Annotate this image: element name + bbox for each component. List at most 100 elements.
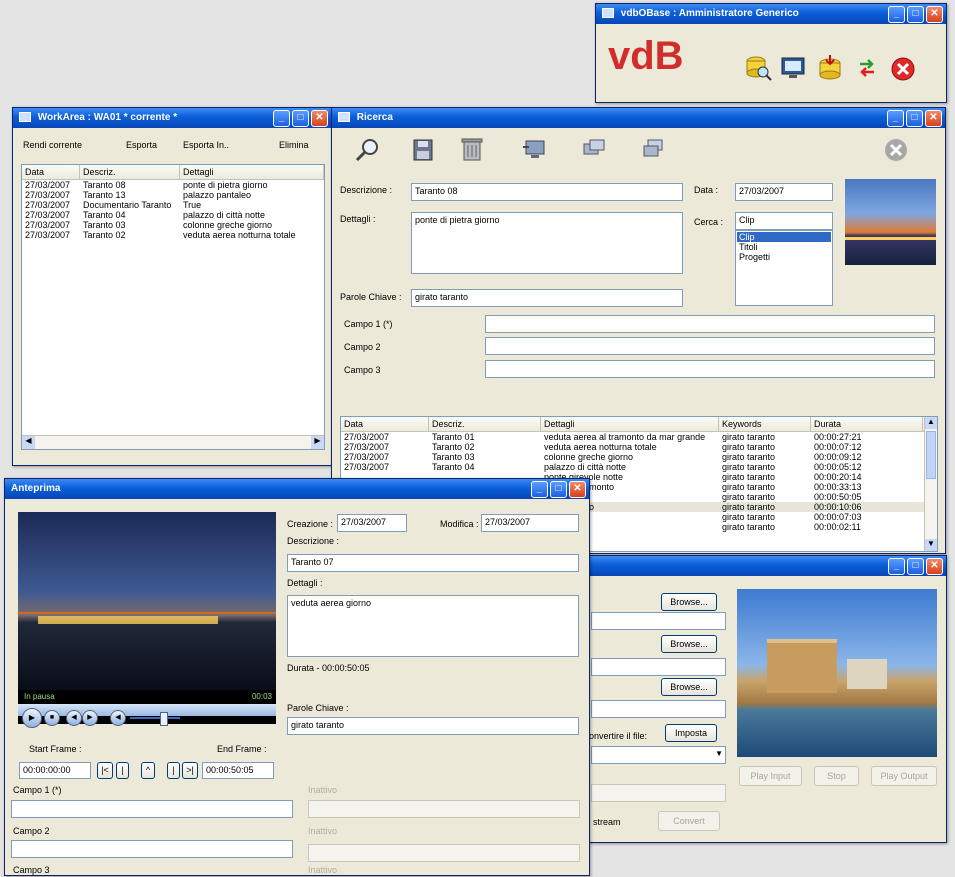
volume-slider[interactable]	[130, 712, 180, 726]
cerca-options-list[interactable]: Clip Titoli Progetti	[735, 230, 833, 306]
vertical-scrollbar[interactable]: ▲ ▼	[924, 417, 937, 551]
stop-icon[interactable]: ■	[44, 710, 60, 726]
db-download-icon[interactable]	[816, 54, 844, 82]
close-button[interactable]: ✕	[926, 6, 943, 23]
table-row[interactable]: 27/03/2007 Documentario Taranto True	[22, 200, 324, 210]
scroll-right-icon[interactable]: ▶	[311, 436, 324, 449]
imposta-button[interactable]: Imposta	[665, 724, 717, 742]
col-header-durata[interactable]: Durata	[811, 417, 923, 431]
table-row[interactable]: 27/03/2007 Taranto 04 palazzo di città not…	[341, 462, 937, 472]
maximize-button[interactable]: □	[292, 110, 309, 127]
chevron-down-icon[interactable]: ▼	[715, 749, 723, 758]
campo2-field[interactable]	[11, 840, 293, 858]
table-row[interactable]: 27/03/2007 Taranto 02 veduta aerea notturn…	[22, 230, 324, 240]
table-row[interactable]: 27/03/2007 Taranto 02 veduta aerea notturn…	[341, 442, 937, 452]
parole-chiave-field[interactable]: girato taranto	[411, 289, 683, 307]
input-file-field[interactable]	[591, 612, 726, 630]
minimize-button[interactable]: _	[887, 110, 904, 127]
dettagli-field[interactable]: veduta aerea giorno	[287, 595, 579, 657]
scroll-down-icon[interactable]: ▼	[925, 539, 937, 551]
browse-button-1[interactable]: Browse...	[661, 593, 717, 611]
monitor-icon[interactable]	[780, 56, 806, 80]
mute-icon[interactable]: ◀	[110, 710, 126, 726]
scroll-up-icon[interactable]: ▲	[925, 417, 937, 429]
monitor-in-icon[interactable]	[522, 138, 548, 160]
minimize-button[interactable]: _	[531, 481, 548, 498]
col-header-dettagli[interactable]: Dettagli	[180, 165, 324, 179]
nav-prev-button[interactable]: |	[116, 762, 129, 779]
sync-arrows-icon[interactable]	[856, 56, 878, 80]
creazione-field[interactable]: 27/03/2007	[337, 514, 407, 532]
nav-up-button[interactable]: ^	[141, 762, 155, 779]
rewind-icon[interactable]: ◀	[66, 710, 82, 726]
col-header-data[interactable]: Data	[341, 417, 429, 431]
minimize-button[interactable]: _	[888, 6, 905, 23]
save-icon[interactable]	[412, 138, 434, 162]
maximize-button[interactable]: □	[907, 6, 924, 23]
close-disabled-icon[interactable]	[884, 138, 908, 162]
minimize-button[interactable]: _	[888, 558, 905, 575]
col-header-descriz[interactable]: Descriz.	[80, 165, 180, 179]
end-frame-field[interactable]: 00:00:50:05	[202, 762, 274, 779]
table-row[interactable]: 27/03/2007 Taranto 01 veduta aerea al tram…	[341, 432, 937, 442]
volume-thumb[interactable]	[160, 712, 168, 726]
output-file-field[interactable]	[591, 658, 726, 676]
browse-button-3[interactable]: Browse...	[661, 678, 717, 696]
data-field[interactable]: 27/03/2007	[735, 183, 833, 201]
option-titoli[interactable]: Titoli	[737, 242, 831, 252]
play-input-button[interactable]: Play Input	[739, 766, 802, 786]
campo3-field[interactable]	[485, 360, 935, 378]
play-icon[interactable]: ▶	[22, 708, 42, 728]
table-row[interactable]: 27/03/2007 Taranto 03 colonne greche giorn…	[341, 452, 937, 462]
nav-last-button[interactable]: >|	[182, 762, 198, 779]
close-button[interactable]: ✕	[925, 110, 942, 127]
descrizione-field[interactable]: Taranto 07	[287, 554, 579, 572]
start-frame-field[interactable]: 00:00:00:00	[19, 762, 91, 779]
maximize-button[interactable]: □	[906, 110, 923, 127]
format-select[interactable]: ▼	[591, 746, 726, 764]
scroll-left-icon[interactable]: ◀	[22, 436, 35, 449]
convert-button[interactable]: Convert	[658, 811, 720, 831]
menu-rendi-corrente[interactable]: Rendi corrente	[23, 140, 82, 150]
modifica-field[interactable]: 27/03/2007	[481, 514, 579, 532]
db-search-icon[interactable]	[744, 54, 772, 82]
forward-icon[interactable]: ▶	[82, 710, 98, 726]
search-icon[interactable]	[354, 136, 382, 164]
menu-elimina[interactable]: Elimina	[279, 140, 309, 150]
close-button[interactable]: ✕	[311, 110, 328, 127]
menu-esporta-in[interactable]: Esporta In..	[183, 140, 229, 150]
table-row[interactable]: 27/03/2007 Taranto 03 colonne greche giorn…	[22, 220, 324, 230]
third-file-field[interactable]	[591, 700, 726, 718]
scroll-thumb[interactable]	[926, 431, 936, 479]
minimize-button[interactable]: _	[273, 110, 290, 127]
option-progetti[interactable]: Progetti	[737, 252, 831, 262]
cerca-select[interactable]: Clip	[735, 212, 833, 230]
col-header-data[interactable]: Data	[22, 165, 80, 179]
table-row[interactable]: 27/03/2007 Taranto 13 palazzo pantaleo	[22, 190, 324, 200]
play-output-button[interactable]: Play Output	[871, 766, 937, 786]
option-clip[interactable]: Clip	[737, 232, 831, 242]
descrizione-field[interactable]: Taranto 08	[411, 183, 683, 201]
nav-first-button[interactable]: |<	[97, 762, 113, 779]
windows-icon[interactable]	[582, 138, 608, 160]
col-header-descriz[interactable]: Descriz.	[429, 417, 541, 431]
video-player[interactable]: In pausa 00:03	[18, 512, 276, 724]
nav-next-button[interactable]: |	[167, 762, 180, 779]
windows-stack-icon[interactable]	[642, 138, 668, 160]
browse-button-2[interactable]: Browse...	[661, 635, 717, 653]
maximize-button[interactable]: □	[550, 481, 567, 498]
close-button[interactable]: ✕	[926, 558, 943, 575]
table-row[interactable]: 27/03/2007 Taranto 04 palazzo di città not…	[22, 210, 324, 220]
maximize-button[interactable]: □	[907, 558, 924, 575]
campo1-field[interactable]	[485, 315, 935, 333]
close-circle-icon[interactable]	[890, 56, 916, 82]
close-button[interactable]: ✕	[569, 481, 586, 498]
menu-esporta[interactable]: Esporta	[126, 140, 157, 150]
dettagli-field[interactable]: ponte di pietra giorno	[411, 212, 683, 274]
parole-chiave-field[interactable]: girato taranto	[287, 717, 579, 735]
col-header-dettagli[interactable]: Dettagli	[541, 417, 719, 431]
campo1-field[interactable]	[11, 800, 293, 818]
stop-button[interactable]: Stop	[814, 766, 859, 786]
campo2-field[interactable]	[485, 337, 935, 355]
table-row[interactable]: 27/03/2007 Taranto 08 ponte di pietra gior…	[22, 180, 324, 190]
